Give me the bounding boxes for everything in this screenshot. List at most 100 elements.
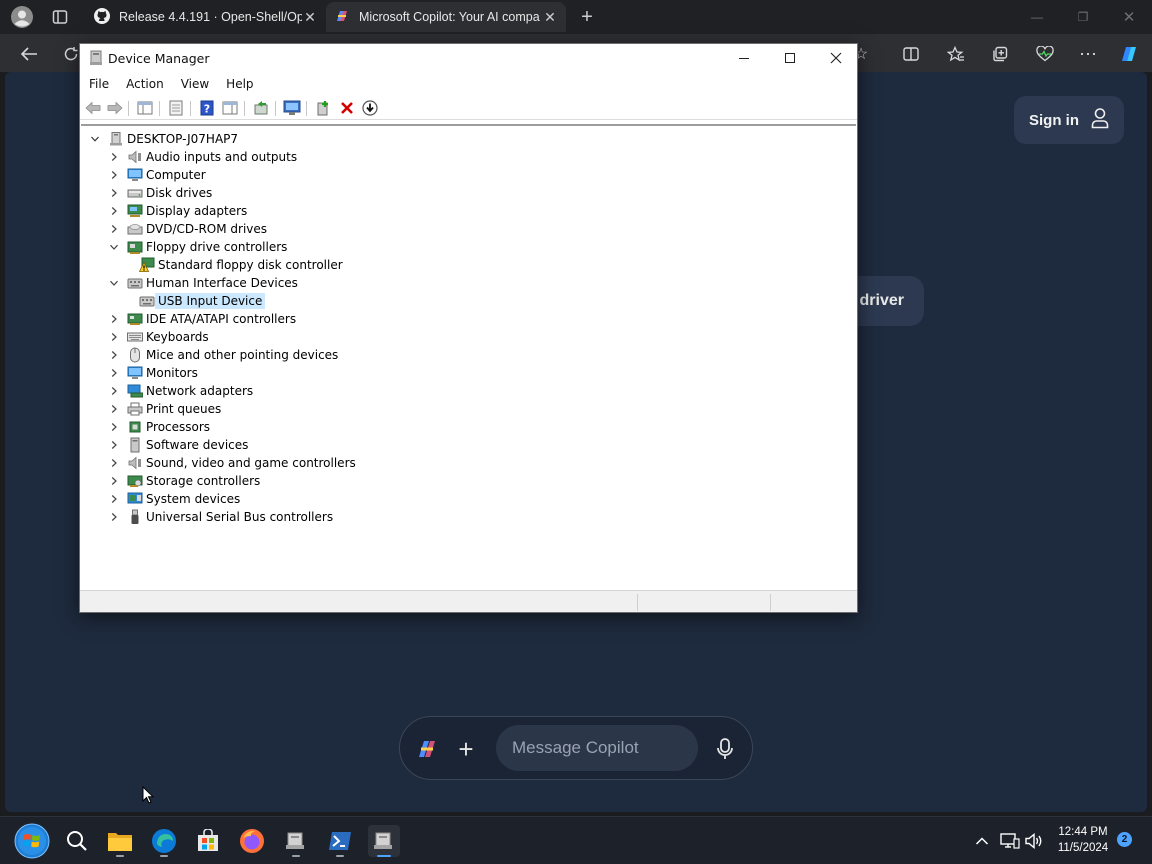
chevron-right-icon[interactable]	[108, 313, 120, 325]
chevron-down-icon[interactable]	[89, 133, 101, 145]
tab-close-icon[interactable]: ✕	[302, 9, 318, 26]
tree-category-universal-serial-bus-controllers[interactable]: Universal Serial Bus controllers	[108, 508, 336, 526]
tree-category-storage-controllers[interactable]: Storage controllers	[108, 472, 263, 490]
back-icon[interactable]	[18, 43, 40, 65]
tab-actions-icon[interactable]	[50, 7, 70, 27]
tree-category-print-queues[interactable]: Print queues	[108, 400, 224, 418]
menu-file[interactable]: File	[80, 74, 117, 96]
clock[interactable]: 12:44 PM 11/5/2024	[1052, 824, 1114, 856]
tree-device-standard-floppy-disk-controller[interactable]: Standard floppy disk controller	[139, 256, 346, 274]
browser-essentials-icon[interactable]	[1034, 43, 1056, 65]
collections-icon[interactable]	[989, 43, 1011, 65]
copilot-sidebar-icon[interactable]	[1118, 43, 1140, 65]
microphone-icon[interactable]	[713, 737, 737, 761]
message-input[interactable]: Message Copilot	[496, 725, 698, 771]
download-driver-icon[interactable]	[361, 100, 379, 116]
chevron-right-icon[interactable]	[108, 331, 120, 343]
chevron-down-icon[interactable]	[108, 241, 120, 253]
forward-arrow-icon[interactable]	[106, 100, 124, 116]
chevron-right-icon[interactable]	[108, 385, 120, 397]
tree-category-monitors[interactable]: Monitors	[108, 364, 201, 382]
tree-category-processors[interactable]: Processors	[108, 418, 213, 436]
device-tree[interactable]: DESKTOP-J07HAP7 Audio inputs and outputs…	[81, 124, 856, 588]
device-manager-active-taskbar-icon[interactable]	[368, 825, 400, 857]
chevron-right-icon[interactable]	[108, 511, 120, 523]
start-button[interactable]	[14, 823, 50, 859]
volume-icon[interactable]	[1018, 825, 1050, 857]
tree-category-software-devices[interactable]: Software devices	[108, 436, 251, 454]
clock-time: 12:44 PM	[1058, 826, 1108, 838]
uninstall-device-icon[interactable]	[338, 100, 356, 116]
minimize-button[interactable]	[721, 44, 767, 72]
window-title: Device Manager	[108, 51, 210, 66]
chevron-right-icon[interactable]	[108, 349, 120, 361]
properties-icon[interactable]	[167, 100, 185, 116]
tree-category-floppy-drive-controllers[interactable]: Floppy drive controllers	[108, 238, 290, 256]
edge-icon[interactable]	[148, 825, 180, 857]
restore-browser-button[interactable]: ❐	[1072, 6, 1094, 28]
tree-root-computer[interactable]: DESKTOP-J07HAP7	[89, 130, 241, 148]
microsoft-store-icon[interactable]	[192, 825, 224, 857]
device-manager-taskbar-icon[interactable]	[280, 825, 312, 857]
chevron-right-icon[interactable]	[108, 403, 120, 415]
tree-device-usb-input-device[interactable]: USB Input Device	[139, 292, 266, 310]
sign-in-button[interactable]: Sign in	[1014, 96, 1124, 144]
tab-title: Microsoft Copilot: Your AI compa	[359, 10, 540, 24]
more-options-icon[interactable]: ⋯	[1077, 43, 1099, 65]
close-browser-button[interactable]: ✕	[1118, 6, 1140, 28]
tree-category-computer[interactable]: Computer	[108, 166, 209, 184]
menu-view[interactable]: View	[172, 74, 217, 96]
chevron-right-icon[interactable]	[108, 187, 120, 199]
back-arrow-icon[interactable]	[84, 100, 102, 116]
tree-category-ide-ata-atapi-controllers[interactable]: IDE ATA/ATAPI controllers	[108, 310, 299, 328]
action-pane-icon[interactable]	[221, 100, 239, 116]
tree-category-disk-drives[interactable]: Disk drives	[108, 184, 215, 202]
tab-close-icon[interactable]: ✕	[542, 9, 558, 26]
chevron-right-icon[interactable]	[108, 151, 120, 163]
chevron-right-icon[interactable]	[108, 439, 120, 451]
profile-avatar[interactable]	[10, 5, 34, 29]
menu-action[interactable]: Action	[117, 74, 172, 96]
update-driver-icon[interactable]	[252, 100, 270, 116]
tree-category-system-devices[interactable]: System devices	[108, 490, 243, 508]
chevron-right-icon[interactable]	[108, 421, 120, 433]
copilot-logo-icon[interactable]	[415, 737, 439, 761]
add-legacy-hardware-icon[interactable]	[314, 100, 332, 116]
tree-category-dvd-cd-rom-drives[interactable]: DVD/CD-ROM drives	[108, 220, 270, 238]
tree-category-display-adapters[interactable]: Display adapters	[108, 202, 250, 220]
tree-category-sound-video-and-game-controllers[interactable]: Sound, video and game controllers	[108, 454, 359, 472]
notification-badge[interactable]: 2	[1117, 832, 1132, 847]
split-screen-icon[interactable]	[900, 43, 922, 65]
chevron-right-icon[interactable]	[108, 493, 120, 505]
favorites-icon[interactable]	[945, 43, 967, 65]
close-button[interactable]	[813, 44, 859, 72]
title-bar[interactable]: Device Manager	[80, 44, 857, 72]
new-tab-button[interactable]: +	[576, 6, 598, 28]
chevron-right-icon[interactable]	[108, 223, 120, 235]
chevron-right-icon[interactable]	[108, 169, 120, 181]
monitor-icon	[127, 167, 143, 183]
tab-microsoft-copilot[interactable]: Microsoft Copilot: Your AI compa ✕	[326, 2, 566, 32]
file-explorer-icon[interactable]	[104, 825, 136, 857]
show-hide-console-tree-icon[interactable]	[136, 100, 154, 116]
tree-category-audio-inputs-and-outputs[interactable]: Audio inputs and outputs	[108, 148, 300, 166]
menu-help[interactable]: Help	[217, 74, 261, 96]
tab-github-release[interactable]: Release 4.4.191 · Open-Shell/Ope ✕	[86, 2, 326, 32]
maximize-button[interactable]	[767, 44, 813, 72]
scan-for-hardware-changes-icon[interactable]	[283, 100, 301, 116]
firefox-icon[interactable]	[236, 825, 268, 857]
tree-category-mice-and-other-pointing-devices[interactable]: Mice and other pointing devices	[108, 346, 341, 364]
chevron-right-icon[interactable]	[108, 367, 120, 379]
chevron-right-icon[interactable]	[108, 457, 120, 469]
tree-category-human-interface-devices[interactable]: Human Interface Devices	[108, 274, 301, 292]
minimize-browser-button[interactable]: —	[1026, 6, 1048, 28]
powershell-icon[interactable]	[324, 825, 356, 857]
tree-category-network-adapters[interactable]: Network adapters	[108, 382, 256, 400]
tree-category-keyboards[interactable]: Keyboards	[108, 328, 212, 346]
search-icon[interactable]	[61, 825, 93, 857]
help-icon[interactable]: ?	[198, 100, 216, 116]
chevron-right-icon[interactable]	[108, 205, 120, 217]
chevron-right-icon[interactable]	[108, 475, 120, 487]
chevron-down-icon[interactable]	[108, 277, 120, 289]
add-attachment-icon[interactable]: +	[454, 734, 478, 764]
